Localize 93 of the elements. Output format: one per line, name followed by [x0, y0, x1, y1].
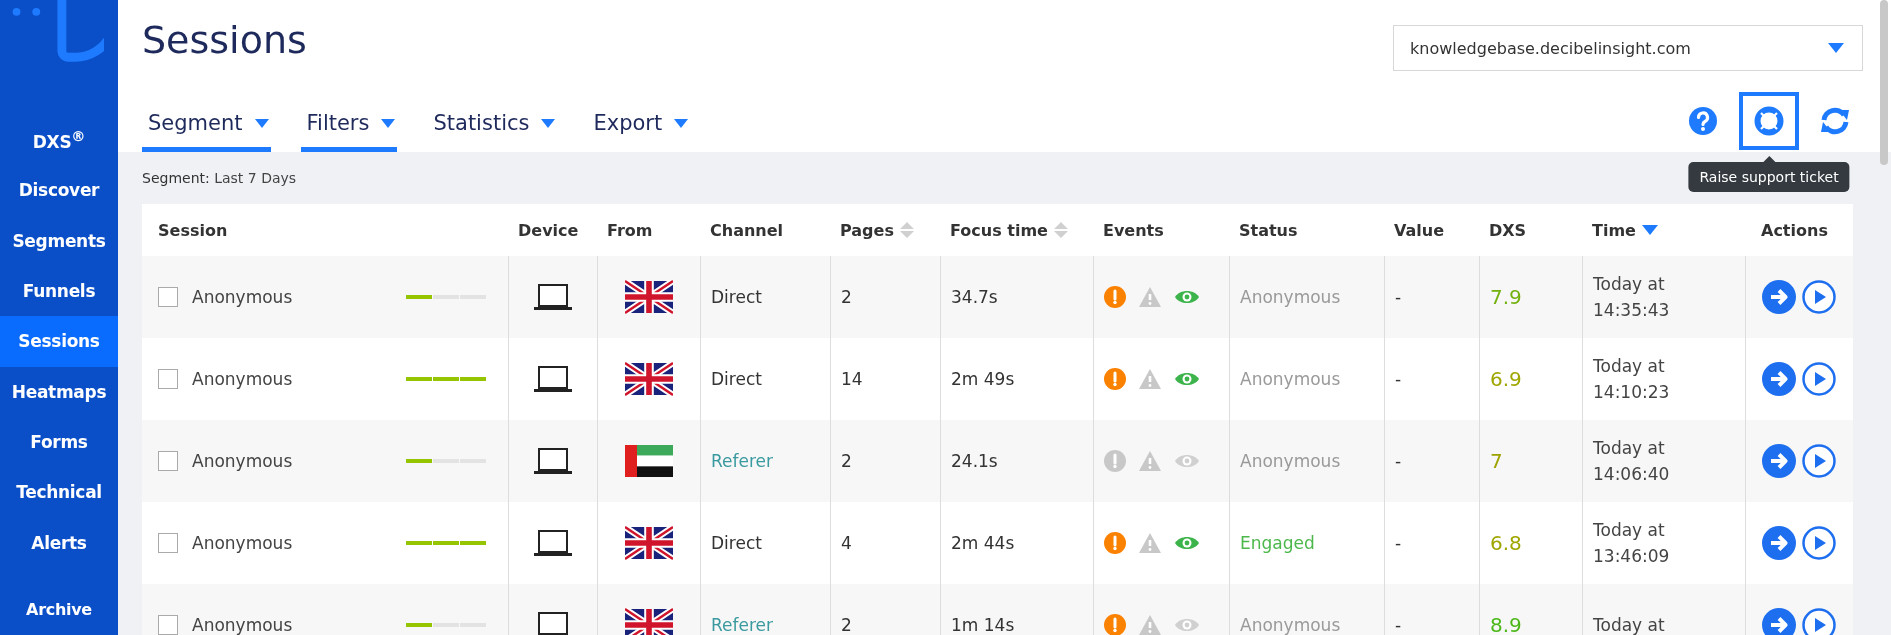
- caret-icon: [381, 118, 396, 128]
- sidebar-item[interactable]: Sessions: [0, 316, 118, 367]
- status: Engaged: [1240, 533, 1315, 553]
- play-button[interactable]: [1802, 444, 1836, 478]
- play-button[interactable]: [1802, 526, 1836, 560]
- tab[interactable]: Statistics: [427, 111, 558, 152]
- sidebar-item[interactable]: Technical: [0, 467, 118, 518]
- dxs-score: 7.9: [1490, 285, 1522, 309]
- site-select[interactable]: knowledgebase.decibelinsight.com: [1393, 25, 1863, 71]
- column-header: Events: [1103, 220, 1164, 240]
- status: Anonymous: [1240, 287, 1341, 307]
- focus-time: 34.7s: [951, 287, 998, 307]
- value: -: [1395, 451, 1402, 471]
- column-header: Device: [518, 220, 579, 240]
- channel: Referer: [711, 615, 773, 635]
- dxs-score: 6.9: [1490, 367, 1522, 391]
- caret-icon: [541, 118, 556, 128]
- session-time: Today at 14:10:23: [1593, 354, 1671, 404]
- channel: Referer: [711, 451, 773, 471]
- pages-count: 4: [841, 533, 852, 553]
- pages-count: 2: [841, 451, 852, 471]
- focus-time: 1m 14s: [951, 615, 1015, 635]
- sidebar-item[interactable]: Heatmaps: [0, 366, 118, 417]
- checkbox[interactable]: [158, 533, 178, 553]
- pages-count: 2: [841, 287, 852, 307]
- session-name: Anonymous: [192, 615, 293, 635]
- dxs-score: 6.8: [1490, 531, 1522, 555]
- go-button[interactable]: [1762, 444, 1796, 478]
- session-time: Today at 14:35:43: [1593, 272, 1671, 322]
- page-title: Sessions: [142, 18, 307, 62]
- session-time: Today at: [1593, 613, 1665, 635]
- session-time: Today at 14:06:40: [1593, 436, 1671, 486]
- play-button[interactable]: [1802, 608, 1836, 635]
- column-header[interactable]: Pages: [840, 220, 894, 240]
- focus-time: 2m 44s: [951, 533, 1015, 553]
- go-button[interactable]: [1762, 526, 1796, 560]
- sidebar-item[interactable]: Forms: [0, 416, 118, 468]
- checkbox[interactable]: [158, 287, 178, 307]
- sidebar-item[interactable]: Discover: [0, 165, 118, 216]
- sidebar-item[interactable]: Funnels: [0, 265, 118, 317]
- checkbox[interactable]: [158, 369, 178, 389]
- status: Anonymous: [1240, 451, 1341, 471]
- scrollbar[interactable]: [1880, 0, 1888, 165]
- help-icon: [1688, 106, 1718, 136]
- checkbox[interactable]: [158, 615, 178, 635]
- column-header: Actions: [1761, 220, 1828, 240]
- refresh-icon: [1818, 106, 1852, 136]
- column-header: DXS: [1489, 220, 1527, 240]
- caret-icon: [1828, 43, 1844, 53]
- checkbox[interactable]: [158, 451, 178, 471]
- go-button[interactable]: [1762, 280, 1796, 314]
- pages-count: 14: [841, 369, 863, 389]
- caret-icon: [254, 118, 269, 128]
- sidebar-item[interactable]: Alerts: [0, 517, 118, 568]
- session-name: Anonymous: [192, 451, 293, 471]
- dxs-score: 8.9: [1490, 613, 1522, 635]
- session-time: Today at 13:46:09: [1593, 518, 1671, 568]
- go-button[interactable]: [1762, 362, 1796, 396]
- pages-count: 2: [841, 615, 852, 635]
- caret-icon: [674, 118, 689, 128]
- column-header[interactable]: Time: [1592, 220, 1636, 240]
- segment-label: Segment: Last 7 Days: [142, 170, 297, 186]
- status: Anonymous: [1240, 369, 1341, 389]
- channel: Direct: [711, 533, 762, 553]
- session-name: Anonymous: [192, 369, 293, 389]
- value: -: [1395, 369, 1402, 389]
- column-header[interactable]: Focus time: [950, 220, 1048, 240]
- status: Anonymous: [1240, 615, 1341, 635]
- column-header: Session: [158, 220, 228, 240]
- column-header: Channel: [710, 220, 784, 240]
- dxs-score: 7: [1490, 449, 1503, 473]
- go-button[interactable]: [1762, 608, 1796, 635]
- column-header: Status: [1239, 220, 1298, 240]
- value: -: [1395, 287, 1402, 307]
- sidebar-item[interactable]: DXS$^{®}$: [0, 115, 118, 166]
- column-header: From: [607, 220, 653, 240]
- tooltip: Raise support ticket: [1688, 156, 1850, 192]
- column-header: Value: [1394, 220, 1445, 240]
- session-name: Anonymous: [192, 533, 293, 553]
- value: -: [1395, 615, 1402, 635]
- play-button[interactable]: [1802, 280, 1836, 314]
- sidebar-item[interactable]: Archive: [0, 584, 118, 635]
- value: -: [1395, 533, 1402, 553]
- focus-time: 24.1s: [951, 451, 998, 471]
- play-button[interactable]: [1802, 362, 1836, 396]
- session-name: Anonymous: [192, 287, 293, 307]
- lifebuoy-button[interactable]: [1739, 92, 1799, 150]
- channel: Direct: [711, 287, 762, 307]
- sidebar-item[interactable]: Segments: [0, 215, 118, 266]
- channel: Direct: [711, 369, 762, 389]
- tab[interactable]: Export: [587, 111, 691, 152]
- lifebuoy-icon: [1753, 105, 1785, 137]
- focus-time: 2m 49s: [951, 369, 1015, 389]
